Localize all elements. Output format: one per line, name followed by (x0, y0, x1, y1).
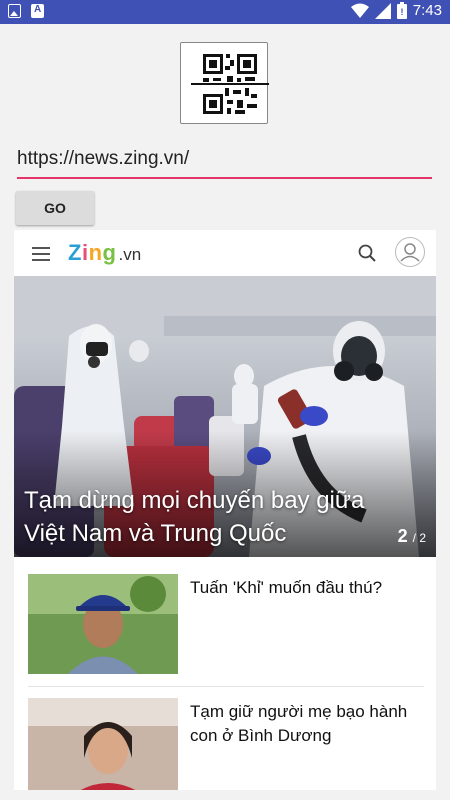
go-button[interactable]: GO (16, 191, 94, 225)
status-bar: A ! 7:43 (0, 0, 450, 24)
article-title[interactable]: Tạm giữ người mẹ bạo hành con ở Bình Dươ… (190, 700, 420, 748)
clock: 7:43 (412, 2, 442, 19)
qr-code-icon (191, 54, 269, 114)
slide-counter-current: 2 (397, 526, 408, 546)
user-icon[interactable] (395, 237, 425, 267)
article-thumbnail (28, 698, 178, 790)
divider (28, 686, 424, 687)
a-notification-icon: A (31, 4, 44, 18)
hero-slide[interactable]: Tạm dừng mọi chuyến bay giữa Việt Nam và… (14, 276, 436, 557)
hero-title[interactable]: Tạm dừng mọi chuyến bay giữa Việt Nam và… (24, 484, 384, 550)
slide-counter-total: / 2 (412, 531, 426, 545)
article-title[interactable]: Tuấn 'Khỉ' muốn đầu thú? (190, 576, 420, 600)
search-icon[interactable] (358, 244, 376, 262)
svg-text:!: ! (400, 7, 403, 17)
signal-icon (374, 2, 391, 19)
slide-counter: 2 / 2 (398, 526, 426, 547)
url-input[interactable] (17, 145, 432, 179)
webview[interactable]: Zing .vn Tạm dừng mọi chuyến bay giữa Vi… (14, 230, 436, 790)
logo-suffix: .vn (118, 245, 142, 264)
notification-icons: A (8, 4, 44, 18)
logo-zing: Zing (68, 240, 117, 265)
site-logo[interactable]: Zing .vn (68, 240, 141, 266)
wifi-icon (350, 3, 369, 18)
battery-icon: ! (396, 2, 407, 19)
site-header: Zing .vn (14, 230, 436, 276)
qr-scan-button[interactable] (180, 42, 269, 124)
image-notification-icon (8, 4, 21, 18)
system-icons: ! 7:43 (350, 2, 442, 19)
article-thumbnail (28, 574, 178, 674)
menu-icon[interactable] (32, 247, 50, 261)
